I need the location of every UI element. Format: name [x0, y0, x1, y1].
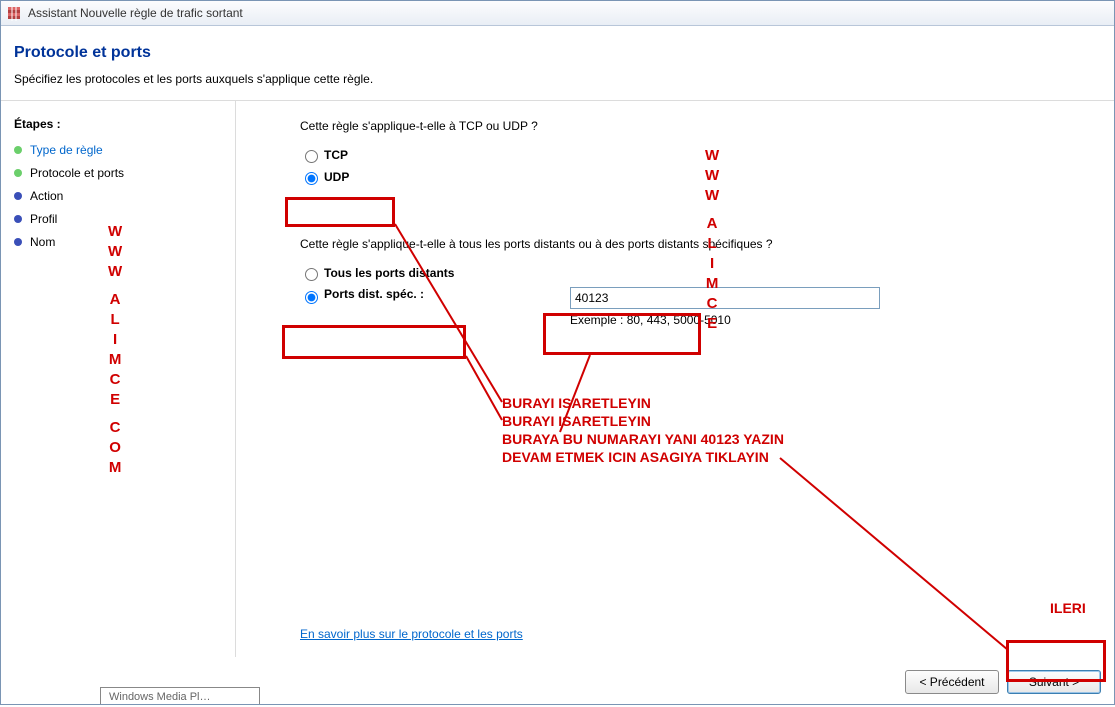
window-titlebar: Assistant Nouvelle règle de trafic sorta… [0, 0, 1115, 26]
step-profile[interactable]: Profil [14, 212, 236, 226]
radio-specific-ports[interactable] [305, 291, 318, 304]
bullet-future-icon [14, 238, 22, 246]
radio-row-udp[interactable]: UDP [300, 169, 1115, 185]
step-action[interactable]: Action [14, 189, 236, 203]
radio-all-ports[interactable] [305, 268, 318, 281]
step-rule-type[interactable]: Type de règle [14, 143, 236, 157]
page-header: Protocole et ports Spécifiez les protoco… [0, 26, 1115, 100]
wizard-steps-sidebar: Étapes : Type de règle Protocole et port… [0, 101, 236, 657]
udp-label: UDP [324, 170, 349, 184]
all-ports-label: Tous les ports distants [324, 266, 454, 280]
ports-example: Exemple : 80, 443, 5000-5010 [570, 313, 886, 327]
radio-udp[interactable] [305, 172, 318, 185]
ports-input[interactable] [570, 287, 880, 309]
step-label: Protocole et ports [30, 166, 124, 180]
specific-ports-label: Ports dist. spéc. : [324, 287, 570, 301]
bullet-future-icon [14, 215, 22, 223]
taskbar-item[interactable]: Windows Media Pl… [100, 687, 260, 705]
step-label: Nom [30, 235, 55, 249]
step-protocol-ports[interactable]: Protocole et ports [14, 166, 236, 180]
taskbar-label: Windows Media Pl… [109, 691, 210, 703]
wizard-content: Cette règle s'applique-t-elle à TCP ou U… [236, 101, 1115, 657]
bullet-current-icon [14, 169, 22, 177]
window-title: Assistant Nouvelle règle de trafic sorta… [28, 6, 243, 20]
back-button[interactable]: < Précédent [905, 670, 999, 694]
step-name[interactable]: Nom [14, 235, 236, 249]
radio-row-specific-ports[interactable]: Ports dist. spéc. : Exemple : 80, 443, 5… [300, 287, 1115, 327]
step-label: Type de règle [30, 143, 103, 157]
bullet-future-icon [14, 192, 22, 200]
steps-heading: Étapes : [14, 117, 236, 131]
step-label: Profil [30, 212, 57, 226]
step-label: Action [30, 189, 63, 203]
firewall-icon [6, 5, 22, 21]
radio-row-all-ports[interactable]: Tous les ports distants [300, 265, 1115, 281]
question-protocol: Cette règle s'applique-t-elle à TCP ou U… [300, 119, 1115, 133]
radio-row-tcp[interactable]: TCP [300, 147, 1115, 163]
page-title: Protocole et ports [14, 44, 1115, 62]
bullet-done-icon [14, 146, 22, 154]
learn-more-link[interactable]: En savoir plus sur le protocole et les p… [300, 627, 523, 641]
next-button[interactable]: Suivant > [1007, 670, 1101, 694]
radio-tcp[interactable] [305, 150, 318, 163]
question-ports: Cette règle s'applique-t-elle à tous les… [300, 237, 1115, 251]
tcp-label: TCP [324, 148, 348, 162]
page-subtitle: Spécifiez les protocoles et les ports au… [14, 72, 1115, 86]
